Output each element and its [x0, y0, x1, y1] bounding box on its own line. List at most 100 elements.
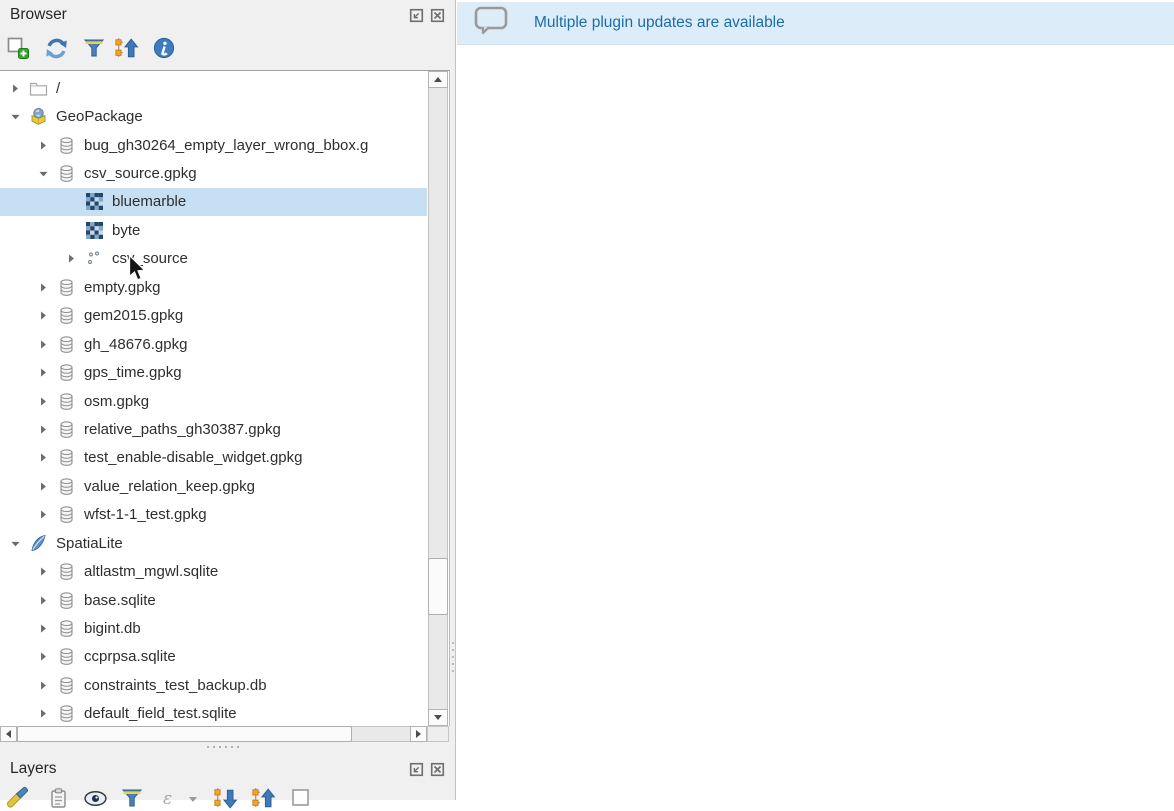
collapse-all-button[interactable] — [251, 786, 275, 810]
tree-item-gh-48676-gpkg[interactable]: gh_48676.gpkg — [0, 330, 427, 358]
tree-item-label: csv_source.gpkg — [84, 165, 197, 182]
tree-item-altlastm-mgwl-sqlite[interactable]: altlastm_mgwl.sqlite — [0, 557, 427, 585]
filter-by-expression-button[interactable]: ε — [157, 786, 181, 810]
tree-item-bigint-db[interactable]: bigint.db — [0, 614, 427, 642]
database-icon — [57, 164, 76, 183]
float-panel-button[interactable] — [409, 8, 424, 23]
tree-item-label: base.sqlite — [84, 592, 156, 609]
scrollbar-thumb[interactable] — [17, 726, 352, 742]
tree-item-empty-gpkg[interactable]: empty.gpkg — [0, 273, 427, 301]
expression-dropdown-button[interactable] — [181, 786, 205, 810]
expander-expanded-icon[interactable] — [8, 109, 23, 125]
remove-layer-button[interactable] — [289, 786, 313, 810]
notification-message[interactable]: Multiple plugin updates are available — [534, 14, 785, 32]
open-layer-styling-button[interactable] — [6, 786, 30, 810]
browser-panel-header: Browser — [0, 0, 455, 30]
tree-item-label: GeoPackage — [56, 108, 143, 125]
tree-item-bug-gh30264-empty-layer-wrong-bbox-g[interactable]: bug_gh30264_empty_layer_wrong_bbox.g — [0, 131, 427, 159]
expander-collapsed-icon[interactable] — [36, 649, 51, 665]
expand-all-button[interactable] — [213, 786, 237, 810]
tree-item-root[interactable]: / — [0, 74, 427, 102]
tree-item-csv-source-gpkg[interactable]: csv_source.gpkg — [0, 159, 427, 187]
scroll-right-button[interactable] — [410, 726, 427, 742]
tree-item-wfst-1-1-test-gpkg[interactable]: wfst-1-1_test.gpkg — [0, 501, 427, 529]
tree-item-geopackage[interactable]: GeoPackage — [0, 102, 427, 130]
close-panel-button[interactable] — [430, 762, 445, 777]
expander-collapsed-icon[interactable] — [36, 365, 51, 381]
tree-item-constraints-test-backup-db[interactable]: constraints_test_backup.db — [0, 671, 427, 699]
tree-item-osm-gpkg[interactable]: osm.gpkg — [0, 387, 427, 415]
tree-item-test-enable-disable-widget-gpkg[interactable]: test_enable-disable_widget.gpkg — [0, 444, 427, 472]
expander-collapsed-icon[interactable] — [64, 251, 79, 267]
expander-collapsed-icon[interactable] — [36, 393, 51, 409]
map-canvas-area[interactable]: Multiple plugin updates are available — [456, 0, 1174, 800]
manage-map-themes-button[interactable] — [83, 786, 107, 810]
expander-collapsed-icon[interactable] — [36, 450, 51, 466]
tree-item-label: wfst-1-1_test.gpkg — [84, 506, 207, 523]
database-icon — [57, 448, 76, 467]
svg-text:ε: ε — [163, 789, 172, 809]
collapse-all-button[interactable] — [114, 36, 138, 60]
expander-collapsed-icon[interactable] — [36, 706, 51, 722]
tree-item-gps-time-gpkg[interactable]: gps_time.gpkg — [0, 358, 427, 386]
browser-tree: / GeoPackage bug_gh30264_empty_layer_wrong… — [0, 70, 450, 726]
filter-browser-button[interactable] — [82, 36, 106, 60]
expression-icon: ε — [160, 787, 178, 809]
expander-collapsed-icon[interactable] — [36, 507, 51, 523]
tree-item-label: default_field_test.sqlite — [84, 705, 237, 722]
expander-collapsed-icon[interactable] — [36, 336, 51, 352]
tree-item-label: SpatiaLite — [56, 535, 123, 552]
expander-collapsed-icon[interactable] — [8, 80, 23, 96]
database-icon — [57, 704, 76, 723]
tree-item-value-relation-keep-gpkg[interactable]: value_relation_keep.gpkg — [0, 472, 427, 500]
tree-item-default-field-test-sqlite[interactable]: default_field_test.sqlite — [0, 700, 427, 726]
database-icon — [57, 591, 76, 610]
expander-collapsed-icon[interactable] — [36, 478, 51, 494]
expander-collapsed-icon[interactable] — [36, 421, 51, 437]
expander-collapsed-icon[interactable] — [36, 137, 51, 153]
close-panel-button[interactable] — [430, 8, 445, 23]
expander-collapsed-icon[interactable] — [36, 592, 51, 608]
expander-collapsed-icon[interactable] — [36, 621, 51, 637]
plugin-update-notification-bar[interactable]: Multiple plugin updates are available — [457, 2, 1174, 45]
database-icon — [57, 647, 76, 666]
tree-item-label: csv_source — [112, 250, 188, 267]
database-icon — [57, 392, 76, 411]
tree-item-base-sqlite[interactable]: base.sqlite — [0, 586, 427, 614]
scroll-up-button[interactable] — [428, 71, 448, 88]
tree-item-spatialite[interactable]: SpatiaLite — [0, 529, 427, 557]
panel-splitter-handle[interactable] — [0, 742, 455, 754]
tree-item-relative-paths-gh30387-gpkg[interactable]: relative_paths_gh30387.gpkg — [0, 415, 427, 443]
database-icon — [57, 676, 76, 695]
tree-item-csv-source[interactable]: csv_source — [0, 245, 427, 273]
expander-collapsed-icon[interactable] — [36, 677, 51, 693]
scroll-left-button[interactable] — [0, 726, 17, 742]
expander-collapsed-icon[interactable] — [36, 279, 51, 295]
expander-collapsed-icon[interactable] — [36, 308, 51, 324]
refresh-button[interactable] — [44, 36, 68, 60]
tree-item-gem2015-gpkg[interactable]: gem2015.gpkg — [0, 302, 427, 330]
properties-widget-button[interactable] — [152, 36, 176, 60]
scrollbar-thumb[interactable] — [428, 558, 448, 615]
float-panel-button[interactable] — [409, 762, 424, 777]
tree-item-ccprpsa-sqlite[interactable]: ccprpsa.sqlite — [0, 643, 427, 671]
expander-expanded-icon[interactable] — [36, 166, 51, 182]
tree-item-bluemarble[interactable]: bluemarble — [0, 188, 427, 216]
tree-item-label: altlastm_mgwl.sqlite — [84, 563, 218, 580]
geopackage-icon — [29, 107, 48, 126]
info-icon — [152, 36, 176, 60]
scrollbar-groove[interactable] — [428, 88, 448, 709]
tree-item-byte[interactable]: byte — [0, 216, 427, 244]
database-icon — [57, 562, 76, 581]
add-group-button[interactable] — [46, 786, 70, 810]
filter-legend-button[interactable] — [120, 786, 144, 810]
add-selected-layers-button[interactable] — [6, 36, 30, 60]
float-icon — [409, 764, 424, 781]
expander-expanded-icon[interactable] — [8, 535, 23, 551]
database-icon — [57, 420, 76, 439]
database-icon — [57, 136, 76, 155]
scroll-down-button[interactable] — [428, 709, 448, 726]
database-icon — [57, 505, 76, 524]
tree-item-label: empty.gpkg — [84, 279, 160, 296]
expander-collapsed-icon[interactable] — [36, 564, 51, 580]
